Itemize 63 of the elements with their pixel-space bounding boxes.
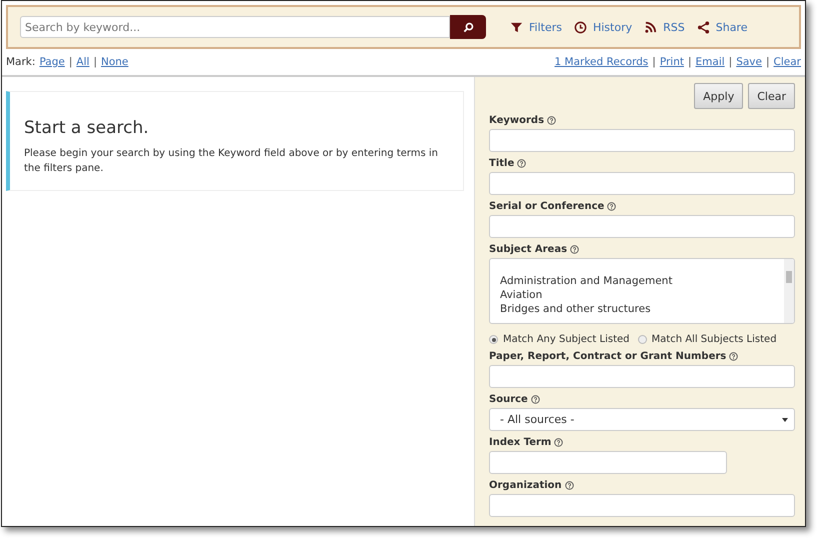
radio-option[interactable]: Match Any Subject Listed: [489, 334, 630, 345]
link[interactable]: Page: [39, 56, 65, 68]
toolbar-link[interactable]: History: [574, 20, 632, 34]
separator: |: [688, 56, 692, 68]
list-option[interactable]: Aviation: [500, 289, 774, 302]
field-label: Subject Areas: [489, 244, 568, 255]
text-field[interactable]: [489, 451, 727, 474]
link[interactable]: Save: [736, 56, 762, 68]
link[interactable]: Email: [696, 56, 725, 68]
field-label: Title: [489, 158, 514, 169]
toolbar-link[interactable]: RSS: [644, 20, 685, 34]
toolbar-link[interactable]: Filters: [510, 20, 562, 34]
link[interactable]: Clear: [774, 56, 801, 68]
text-field[interactable]: [489, 365, 795, 388]
caret-icon: [782, 418, 788, 422]
text-field[interactable]: [489, 172, 795, 195]
field-label: Keywords: [489, 115, 544, 126]
help-icon[interactable]: [517, 159, 526, 168]
link[interactable]: 1 Marked Records: [554, 56, 648, 68]
link[interactable]: None: [100, 56, 128, 68]
field-label: Serial or Conference: [489, 201, 604, 212]
field-label: Index Term: [489, 437, 552, 448]
mark-label: Mark:: [6, 56, 36, 68]
link[interactable]: Print: [660, 56, 684, 68]
field-label: Paper, Report, Contract or Grant Numbers: [489, 351, 726, 362]
radio-icon[interactable]: [489, 335, 498, 344]
filter-button[interactable]: Apply: [694, 83, 744, 109]
link[interactable]: All: [76, 56, 90, 68]
text-field[interactable]: [489, 494, 795, 517]
search-button[interactable]: [450, 15, 486, 39]
separator: |: [728, 56, 732, 68]
text-field[interactable]: [489, 129, 795, 152]
field-label: Source: [489, 394, 528, 405]
message-title: Start a search.: [24, 118, 150, 138]
filter-icon: [510, 20, 523, 34]
help-icon[interactable]: [564, 481, 574, 490]
help-icon[interactable]: [607, 202, 616, 211]
list-option[interactable]: Administration and Management: [500, 275, 774, 288]
text-field[interactable]: [489, 215, 795, 238]
message-text: Please begin your search by using the Keyword field above or by entering terms in the filters pane.: [24, 147, 439, 176]
share-icon: [696, 20, 710, 34]
toolbar-link[interactable]: Share: [696, 20, 748, 34]
rss-icon: [644, 20, 658, 34]
search-icon: [462, 22, 474, 32]
history-icon: [574, 20, 587, 34]
help-icon[interactable]: [554, 438, 564, 447]
help-icon[interactable]: [729, 352, 738, 361]
help-icon[interactable]: [530, 395, 540, 404]
source-dropdown[interactable]: - All sources -: [489, 408, 795, 431]
subject-list[interactable]: Administration and Management Aviation Bridges and other structures: [489, 258, 795, 324]
help-icon[interactable]: [570, 245, 580, 254]
separator: |: [766, 56, 770, 68]
scrollbar[interactable]: [784, 259, 794, 323]
separator: |: [652, 56, 656, 68]
list-option[interactable]: Bridges and other structures: [500, 303, 774, 316]
separator: |: [93, 56, 97, 68]
search-field[interactable]: Search by keyword...: [20, 16, 450, 38]
field-label: Organization: [489, 480, 562, 491]
radio-icon[interactable]: [638, 335, 647, 344]
help-icon[interactable]: [547, 116, 556, 125]
filter-button[interactable]: Clear: [748, 83, 795, 109]
separator: |: [68, 56, 72, 68]
radio-option[interactable]: Match All Subjects Listed: [638, 334, 777, 345]
